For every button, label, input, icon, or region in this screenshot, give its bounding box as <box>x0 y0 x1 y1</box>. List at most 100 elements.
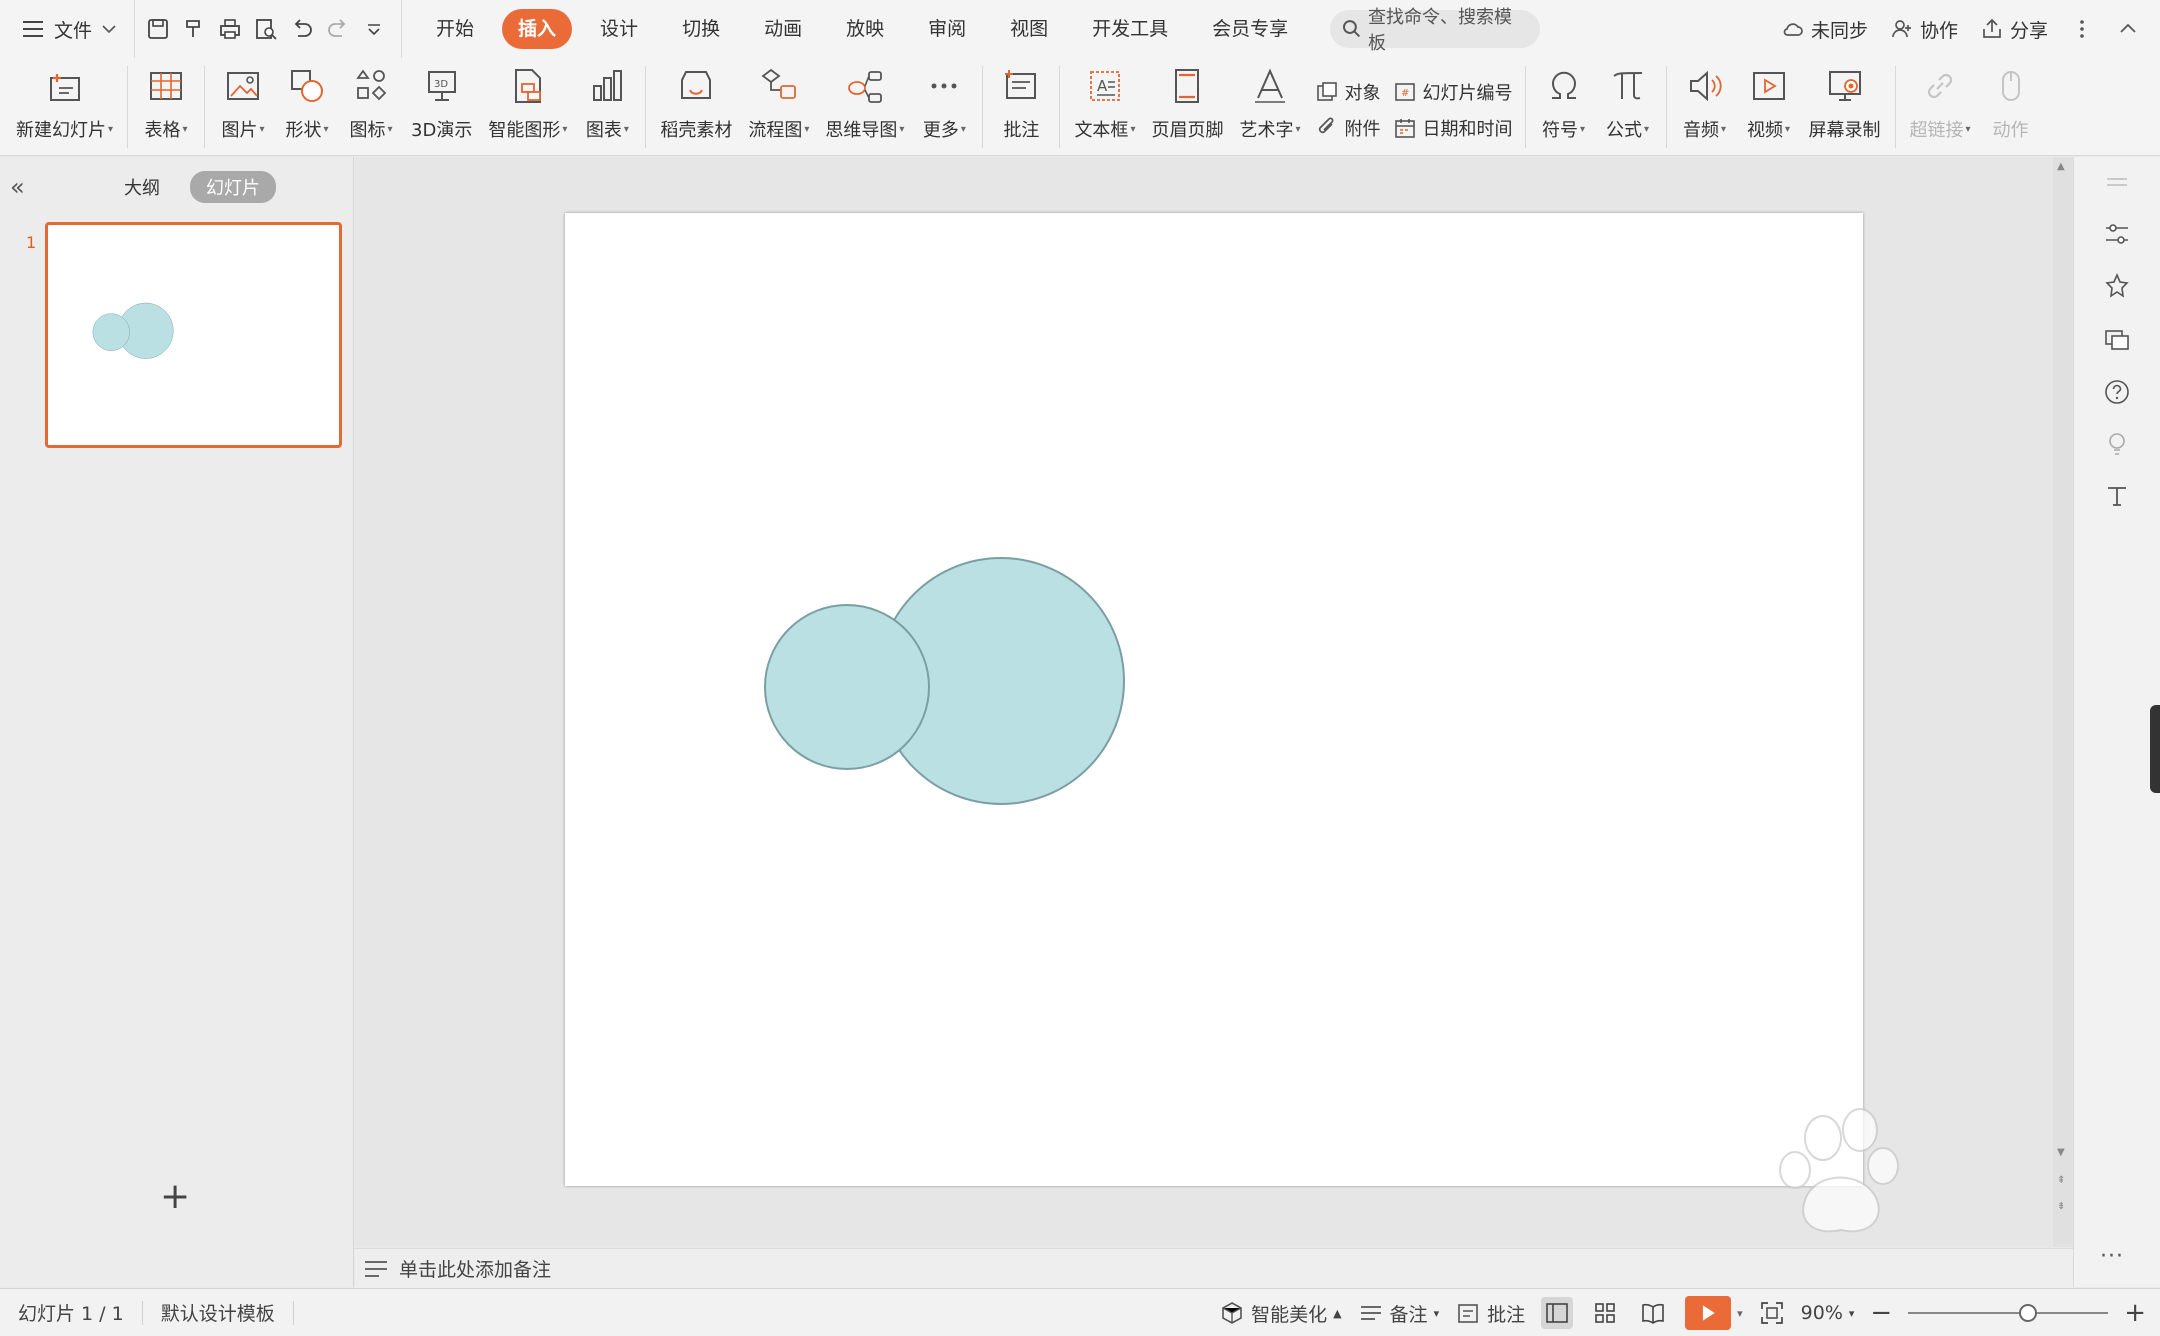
3d-demo-button[interactable]: 3D 3D演示 <box>403 58 480 154</box>
zoom-slider-knob[interactable] <box>2019 1304 2038 1322</box>
tab-slides[interactable]: 幻灯片 <box>190 171 276 203</box>
slide-number-icon: # <box>1394 83 1415 101</box>
smart-beautify-button[interactable]: 智能美化 ▲ <box>1219 1300 1342 1327</box>
attachment-button[interactable]: 附件 <box>1315 115 1381 141</box>
comment-button[interactable]: 批注 <box>989 58 1053 154</box>
properties-icon[interactable] <box>2102 219 2132 249</box>
audio-button[interactable]: 音频 ▾ <box>1673 58 1737 154</box>
format-painter-icon[interactable] <box>181 16 207 42</box>
zoom-level-label: 90% <box>1800 1302 1843 1324</box>
fit-to-window-icon <box>1760 1302 1783 1324</box>
action-button[interactable]: 动作 <box>1979 58 2043 154</box>
smartart-button[interactable]: 智能图形 ▾ <box>480 58 575 154</box>
notes-placeholder: 单击此处添加备注 <box>399 1259 552 1281</box>
collapse-panel-icon[interactable]: « <box>10 173 25 201</box>
collaborate-button[interactable]: 协作 <box>1890 16 1958 43</box>
template-name[interactable]: 默认设计模板 <box>143 1300 294 1325</box>
save-icon[interactable] <box>145 16 171 42</box>
mindmap-button[interactable]: 思维导图 ▾ <box>817 58 912 154</box>
reading-view-button[interactable] <box>1637 1297 1669 1329</box>
print-icon[interactable] <box>217 16 243 42</box>
tab-home[interactable]: 开始 <box>414 9 496 49</box>
small-circle-shape[interactable] <box>764 604 930 770</box>
tab-slideshow[interactable]: 放映 <box>824 9 906 49</box>
vertical-scrollbar[interactable]: ▲ ▼ ⇞ ⇟ <box>2053 157 2073 1247</box>
play-slideshow-button[interactable] <box>1685 1296 1732 1330</box>
tab-animations[interactable]: 动画 <box>742 9 824 49</box>
more-vertical-icon[interactable] <box>2070 17 2094 41</box>
zoom-in-button[interactable]: + <box>2124 1298 2146 1328</box>
undo-icon[interactable] <box>289 16 315 42</box>
formula-button[interactable]: 公式 ▾ <box>1596 58 1660 154</box>
zoom-level-dropdown[interactable]: 90% ▾ <box>1801 1302 1855 1324</box>
tab-transitions[interactable]: 切换 <box>660 9 742 49</box>
fit-window-button[interactable] <box>1759 1300 1785 1326</box>
comments-toggle[interactable]: 批注 <box>1455 1300 1525 1327</box>
transition-icon[interactable] <box>2102 325 2132 355</box>
tab-review[interactable]: 审阅 <box>906 9 988 49</box>
shape-button[interactable]: 形状 ▾ <box>275 58 339 154</box>
grid-view-icon <box>1595 1303 1615 1323</box>
redo-icon[interactable] <box>325 16 351 42</box>
sync-status[interactable]: 未同步 <box>1781 16 1868 43</box>
icons-icon <box>356 69 387 101</box>
collapse-ribbon-icon[interactable] <box>2116 17 2140 41</box>
table-button[interactable]: 表格 ▾ <box>134 58 198 154</box>
zoom-slider[interactable] <box>1908 1301 2109 1325</box>
normal-view-button[interactable] <box>1541 1297 1574 1329</box>
table-label: 表格 <box>144 120 181 141</box>
more-button[interactable]: 更多 ▾ <box>912 58 976 154</box>
notes-bar[interactable]: 单击此处添加备注 <box>355 1248 2073 1288</box>
next-slide-icon[interactable]: ⇟ <box>2057 1201 2065 1212</box>
comment-icon <box>1005 70 1037 99</box>
more-options-icon[interactable]: ··· <box>2100 1244 2124 1269</box>
tab-developer[interactable]: 开发工具 <box>1070 9 1190 49</box>
datetime-button[interactable]: 日期和时间 <box>1393 115 1513 141</box>
share-button[interactable]: 分享 <box>1980 16 2048 43</box>
svg-text:#: # <box>1401 88 1409 99</box>
symbol-button[interactable]: 符号 ▾ <box>1532 58 1596 154</box>
play-options-icon[interactable]: ▾ <box>1737 1307 1743 1320</box>
screen-record-button[interactable]: 屏幕录制 <box>1801 58 1889 154</box>
file-menu[interactable]: 文件 <box>0 0 134 58</box>
share-icon <box>1983 18 2001 38</box>
wordart-button[interactable]: 艺术字 ▾ <box>1231 58 1308 154</box>
slide-thumbnail[interactable] <box>45 222 342 448</box>
notes-toggle[interactable]: 备注 ▾ <box>1358 1300 1439 1327</box>
slide-1[interactable] <box>565 213 1863 1186</box>
scroll-down-icon[interactable]: ▼ <box>2057 1147 2065 1158</box>
hyperlink-button[interactable]: 超链接 ▾ <box>1902 58 1979 154</box>
slide-panel: « 大纲 幻灯片 1 + <box>0 157 354 1287</box>
tab-view[interactable]: 视图 <box>988 9 1070 49</box>
customize-toolbar-icon[interactable] <box>361 16 387 42</box>
flowchart-button[interactable]: 流程图 ▾ <box>740 58 817 154</box>
scroll-up-icon[interactable]: ▲ <box>2057 161 2065 172</box>
lightbulb-icon[interactable] <box>2102 429 2132 459</box>
zoom-out-button[interactable]: − <box>1870 1298 1892 1328</box>
slide-number-button[interactable]: # 幻灯片编号 <box>1393 79 1513 105</box>
tab-design[interactable]: 设计 <box>578 9 660 49</box>
chevron-down-icon <box>102 25 116 34</box>
animation-star-icon[interactable] <box>2102 271 2132 301</box>
print-preview-icon[interactable] <box>253 16 279 42</box>
text-format-icon[interactable] <box>2102 481 2132 511</box>
icon-button[interactable]: 图标 ▾ <box>339 58 403 154</box>
tab-member[interactable]: 会员专享 <box>1190 9 1310 49</box>
header-footer-button[interactable]: 页眉页脚 <box>1143 58 1231 154</box>
help-icon[interactable] <box>2102 377 2132 407</box>
command-search[interactable]: 查找命令、搜索模板 <box>1330 7 1541 54</box>
previous-slide-icon[interactable]: ⇞ <box>2057 1175 2065 1186</box>
slide-sorter-button[interactable] <box>1589 1297 1621 1329</box>
tab-insert[interactable]: 插入 <box>502 9 573 49</box>
object-button[interactable]: 对象 <box>1315 79 1381 105</box>
chart-button[interactable]: 图表 ▾ <box>575 58 639 154</box>
new-slide-button[interactable]: 新建幻灯片 ▾ <box>8 58 121 154</box>
daoke-materials-button[interactable]: 稻壳素材 <box>652 58 740 154</box>
video-button[interactable]: 视频 ▾ <box>1737 58 1801 154</box>
add-slide-button[interactable]: + <box>160 1176 190 1217</box>
textbox-button[interactable]: A 文本框 ▾ <box>1066 58 1143 154</box>
side-handle[interactable] <box>2150 705 2160 793</box>
pane-handle-icon[interactable] <box>2102 167 2132 197</box>
picture-button[interactable]: 图片 ▾ <box>211 58 275 154</box>
tab-outline[interactable]: 大纲 <box>108 171 176 203</box>
